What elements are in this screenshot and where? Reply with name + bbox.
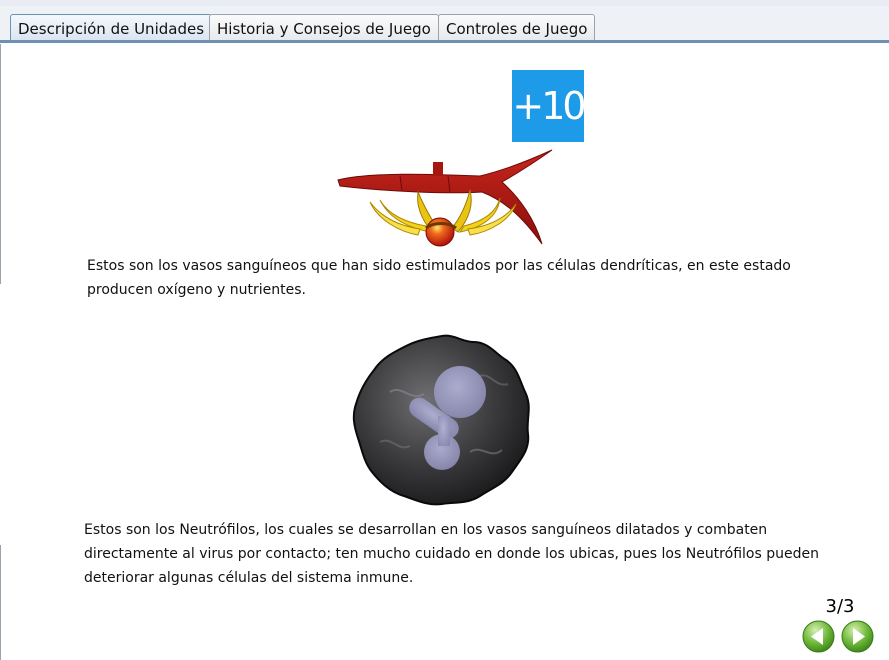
score-bonus-badge: +10 bbox=[512, 70, 587, 142]
panel-left-edge bbox=[0, 44, 1, 284]
arrow-right-icon[interactable] bbox=[841, 620, 874, 653]
arrow-left-icon[interactable] bbox=[802, 620, 835, 653]
neutrophil-description-text: Estos son los Neutrófilos, los cuales se… bbox=[84, 522, 819, 586]
tab-bar: Descripción de Unidades Historia y Conse… bbox=[0, 6, 889, 47]
panel-left-edge-lower bbox=[0, 545, 1, 660]
page-indicator: 3/3 bbox=[825, 596, 855, 617]
vessel-description-text: Estos son los vasos sanguíneos que han s… bbox=[87, 258, 791, 298]
neutrophil-image bbox=[352, 334, 530, 506]
blood-vessel-image bbox=[337, 149, 553, 247]
